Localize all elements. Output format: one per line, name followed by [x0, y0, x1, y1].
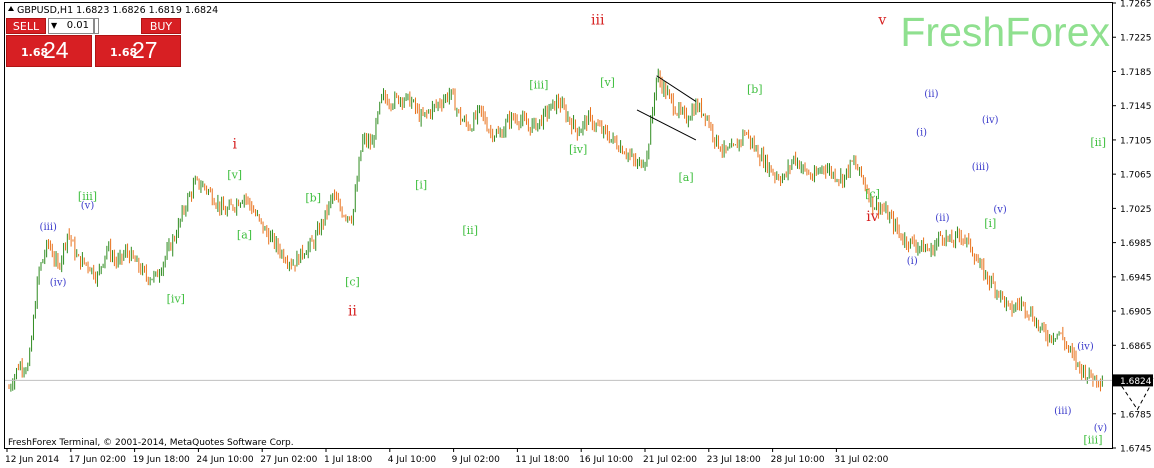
x-tick-label: 31 Jul 02:00 [834, 455, 888, 465]
y-tick-label: 1.7265 [1120, 0, 1152, 10]
buy-price[interactable]: 1.68 27 [95, 35, 181, 67]
y-tick-label: 1.7065 [1120, 171, 1152, 181]
buy-button[interactable]: BUY [141, 18, 181, 34]
wave-label-green: [c] [345, 275, 360, 288]
y-tick-label: 1.6745 [1120, 445, 1152, 455]
x-tick-label: 1 Jul 18:00 [324, 455, 373, 465]
sell-button[interactable]: SELL [6, 18, 46, 34]
chart-background [0, 0, 1154, 468]
wave-label-major: iii [591, 12, 605, 28]
wave-label-green: [b] [305, 192, 321, 205]
wave-label-major: i [232, 136, 237, 152]
x-tick-label: 17 Jun 02:00 [69, 455, 126, 465]
wave-label-blue: (iv) [1077, 342, 1094, 353]
y-tick-label: 1.7145 [1120, 102, 1152, 112]
wave-label-blue: (i) [907, 256, 918, 267]
wave-label-blue: (i) [916, 128, 927, 139]
wave-label-green: [iii] [529, 79, 548, 92]
x-tick-label: 27 Jun 02:00 [260, 455, 317, 465]
wave-label-blue: (v) [1094, 423, 1108, 434]
wave-label-blue: (iv) [50, 277, 67, 288]
y-tick-label: 1.6865 [1120, 342, 1152, 352]
y-tick-label: 1.7025 [1120, 205, 1152, 215]
y-tick-label: 1.7225 [1120, 34, 1152, 44]
window-title: GBPUSD,H1 1.6823 1.6826 1.6819 1.6824 [17, 5, 218, 16]
y-tick-label: 1.6945 [1120, 273, 1152, 283]
y-tick-label: 1.7105 [1120, 136, 1152, 146]
wave-label-green: [b] [747, 83, 763, 96]
wave-label-major: ii [348, 303, 357, 319]
lot-stepper[interactable]: ▼ 0.01 [48, 18, 94, 34]
lot-value[interactable]: 0.01 [67, 19, 89, 33]
lot-down-icon[interactable]: ▼ [51, 19, 57, 33]
wave-label-green: [v] [600, 76, 615, 89]
wave-label-green: [ii] [462, 224, 478, 237]
x-tick-label: 28 Jul 10:00 [771, 455, 825, 465]
wave-label-blue: (v) [81, 200, 95, 211]
x-tick-label: 24 Jun 10:00 [196, 455, 253, 465]
wave-label-green: [iv] [569, 143, 587, 156]
price-chart[interactable]: iii viiiiv[iii] [v][iv][a][b][c][ii][i][ii… [0, 0, 1154, 468]
sell-price[interactable]: 1.68 24 [6, 35, 92, 67]
y-tick-label: 1.6905 [1120, 308, 1152, 318]
x-tick-label: 12 Jun 2014 [5, 455, 59, 465]
wave-label-green: [i] [984, 217, 996, 230]
wave-label-blue: (ii) [924, 89, 938, 100]
wave-label-blue: (iii) [1054, 406, 1071, 417]
x-tick-label: 9 Jul 02:00 [452, 455, 501, 465]
watermark: FreshForex [900, 9, 1110, 55]
x-tick-label: 23 Jul 18:00 [707, 455, 761, 465]
y-tick-label: 1.6985 [1120, 239, 1152, 249]
lot-up-icon[interactable] [94, 18, 99, 34]
wave-label-green: [a] [237, 228, 252, 241]
x-tick-label: 19 Jun 18:00 [133, 455, 190, 465]
x-tick-label: 21 Jul 02:00 [643, 455, 697, 465]
wave-label-green: [a] [678, 171, 693, 184]
x-tick-label: 16 Jul 10:00 [579, 455, 633, 465]
wave-label-major: iv [866, 209, 878, 225]
y-tick-label: 1.7185 [1120, 68, 1152, 78]
buy-price-pips: 27 [132, 37, 158, 63]
x-tick-label: 4 Jul 10:00 [388, 455, 437, 465]
sell-price-pips: 24 [43, 37, 69, 63]
wave-label-green: [i] [415, 179, 427, 192]
trade-panel: SELL ▼ 0.01 BUY 1.68 24 1.68 27 [6, 18, 181, 67]
copyright: FreshForex Terminal, © 2001-2014, MetaQu… [8, 438, 294, 448]
wave-label-green: [v] [227, 168, 242, 181]
x-tick-label: 11 Jul 18:00 [515, 455, 569, 465]
wave-label-major: v [877, 12, 886, 28]
wave-label-blue: (ii) [935, 213, 949, 224]
wave-label-green: [c] [865, 187, 880, 200]
current-price-label: 1.6824 [1120, 377, 1152, 387]
wave-label-green: [ii] [1090, 136, 1106, 149]
wave-label-blue: (v) [993, 205, 1007, 216]
wave-label-blue: (iii) [972, 162, 989, 173]
y-tick-label: 1.6785 [1120, 410, 1152, 420]
wave-label-blue: (iii) [40, 222, 57, 233]
wave-label-green: [iv] [167, 293, 185, 306]
wave-label-blue: (iv) [982, 115, 999, 126]
wave-label-green: [iii] [1083, 434, 1102, 447]
